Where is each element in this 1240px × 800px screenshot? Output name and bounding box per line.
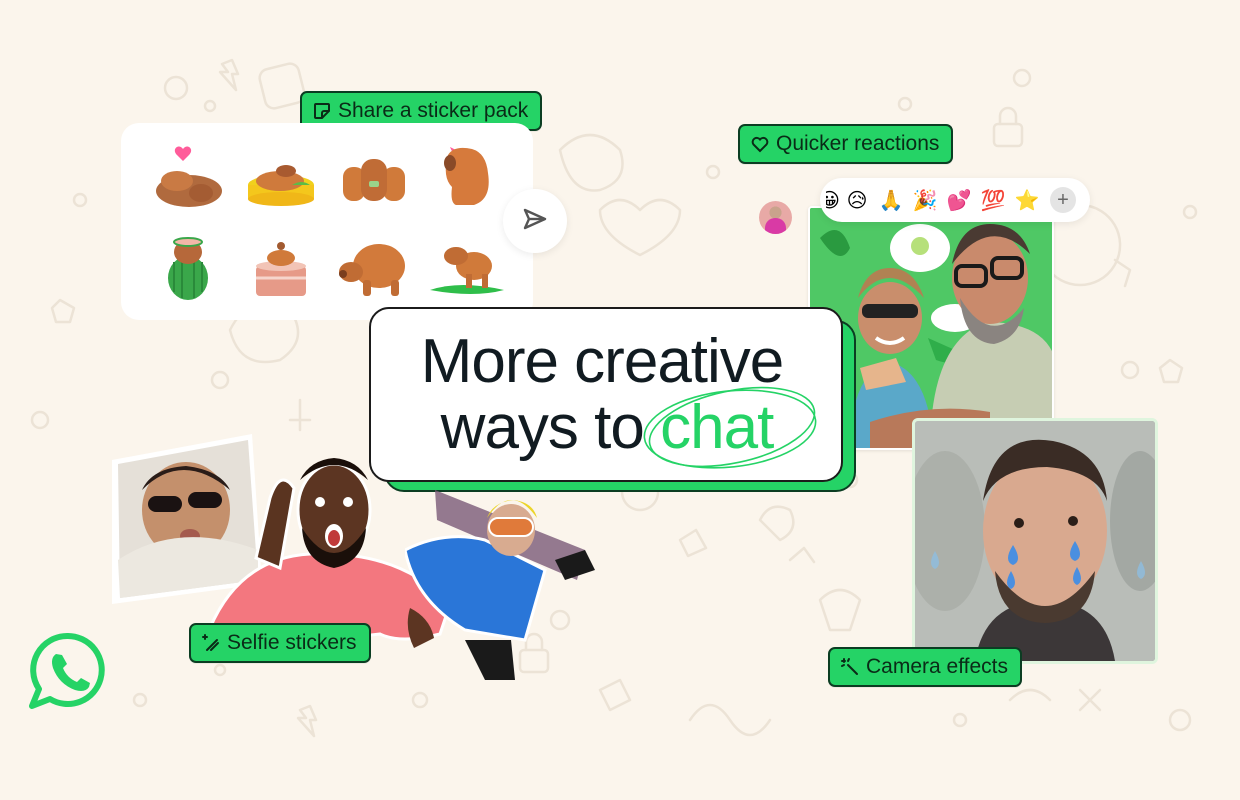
headline-prefix: ways to [440, 392, 645, 462]
sticker-icon [312, 101, 332, 121]
reaction-emoji-pray[interactable]: 🙏 [874, 178, 908, 222]
reaction-emoji-hundred[interactable]: 💯 [976, 178, 1010, 222]
sticker-capybara-in-bath-tub[interactable] [234, 222, 327, 313]
send-icon [522, 208, 548, 235]
headline-accent-text: chat [660, 392, 774, 462]
sticker-capybara-family[interactable] [327, 131, 420, 222]
sticker-capybara-on-crocodile[interactable] [420, 222, 513, 313]
feature-label-quicker-reactions: Quicker reactions [738, 124, 954, 164]
reaction-emoji-partial[interactable]: 😀 [826, 178, 840, 222]
heart-outline-icon [750, 134, 770, 154]
feature-label-text: Camera effects [866, 655, 1009, 678]
feature-label-selfie-stickers: Selfie stickers [189, 623, 371, 663]
sticker-capybara-with-heart[interactable] [141, 131, 234, 222]
whatsapp-logo-icon [27, 630, 109, 712]
reactions-bar: 😀 😥 🙏 🎉 💕 💯 ⭐ + [820, 178, 1090, 222]
send-button[interactable] [503, 189, 567, 253]
feature-label-camera-effects: Camera effects [828, 647, 1023, 687]
reaction-emoji-hearts[interactable]: 💕 [942, 178, 976, 222]
headline-line-2: ways to chat [440, 386, 817, 469]
headline-card: More creative ways to chat [369, 307, 843, 482]
feature-label-text: Quicker reactions [776, 132, 940, 155]
selfie-sticker-snowboarder [403, 490, 605, 685]
sticker-pack-panel [121, 123, 533, 320]
feature-label-text: Selfie stickers [227, 631, 357, 654]
magic-wand-sparkle-icon [201, 633, 221, 653]
headline-line-1: More creative [420, 326, 785, 396]
sticker-capybara-in-watermelon[interactable] [141, 222, 234, 313]
reaction-emoji-sad[interactable]: 😥 [840, 178, 874, 222]
photo-camera-effect-tears [912, 418, 1158, 664]
sticker-capybara-in-hot-tub[interactable] [234, 131, 327, 222]
sticker-capybara-with-butterfly[interactable] [420, 131, 513, 222]
headline-accent-word: chat [643, 386, 817, 469]
reaction-emoji-star[interactable]: ⭐ [1010, 178, 1044, 222]
more-reactions-button[interactable]: + [1050, 187, 1076, 213]
feature-label-text: Share a sticker pack [338, 99, 529, 122]
contact-avatar[interactable] [759, 201, 792, 234]
magic-wand-icon [840, 657, 860, 677]
sticker-capybara-walking[interactable] [327, 222, 420, 313]
reaction-emoji-party[interactable]: 🎉 [908, 178, 942, 222]
